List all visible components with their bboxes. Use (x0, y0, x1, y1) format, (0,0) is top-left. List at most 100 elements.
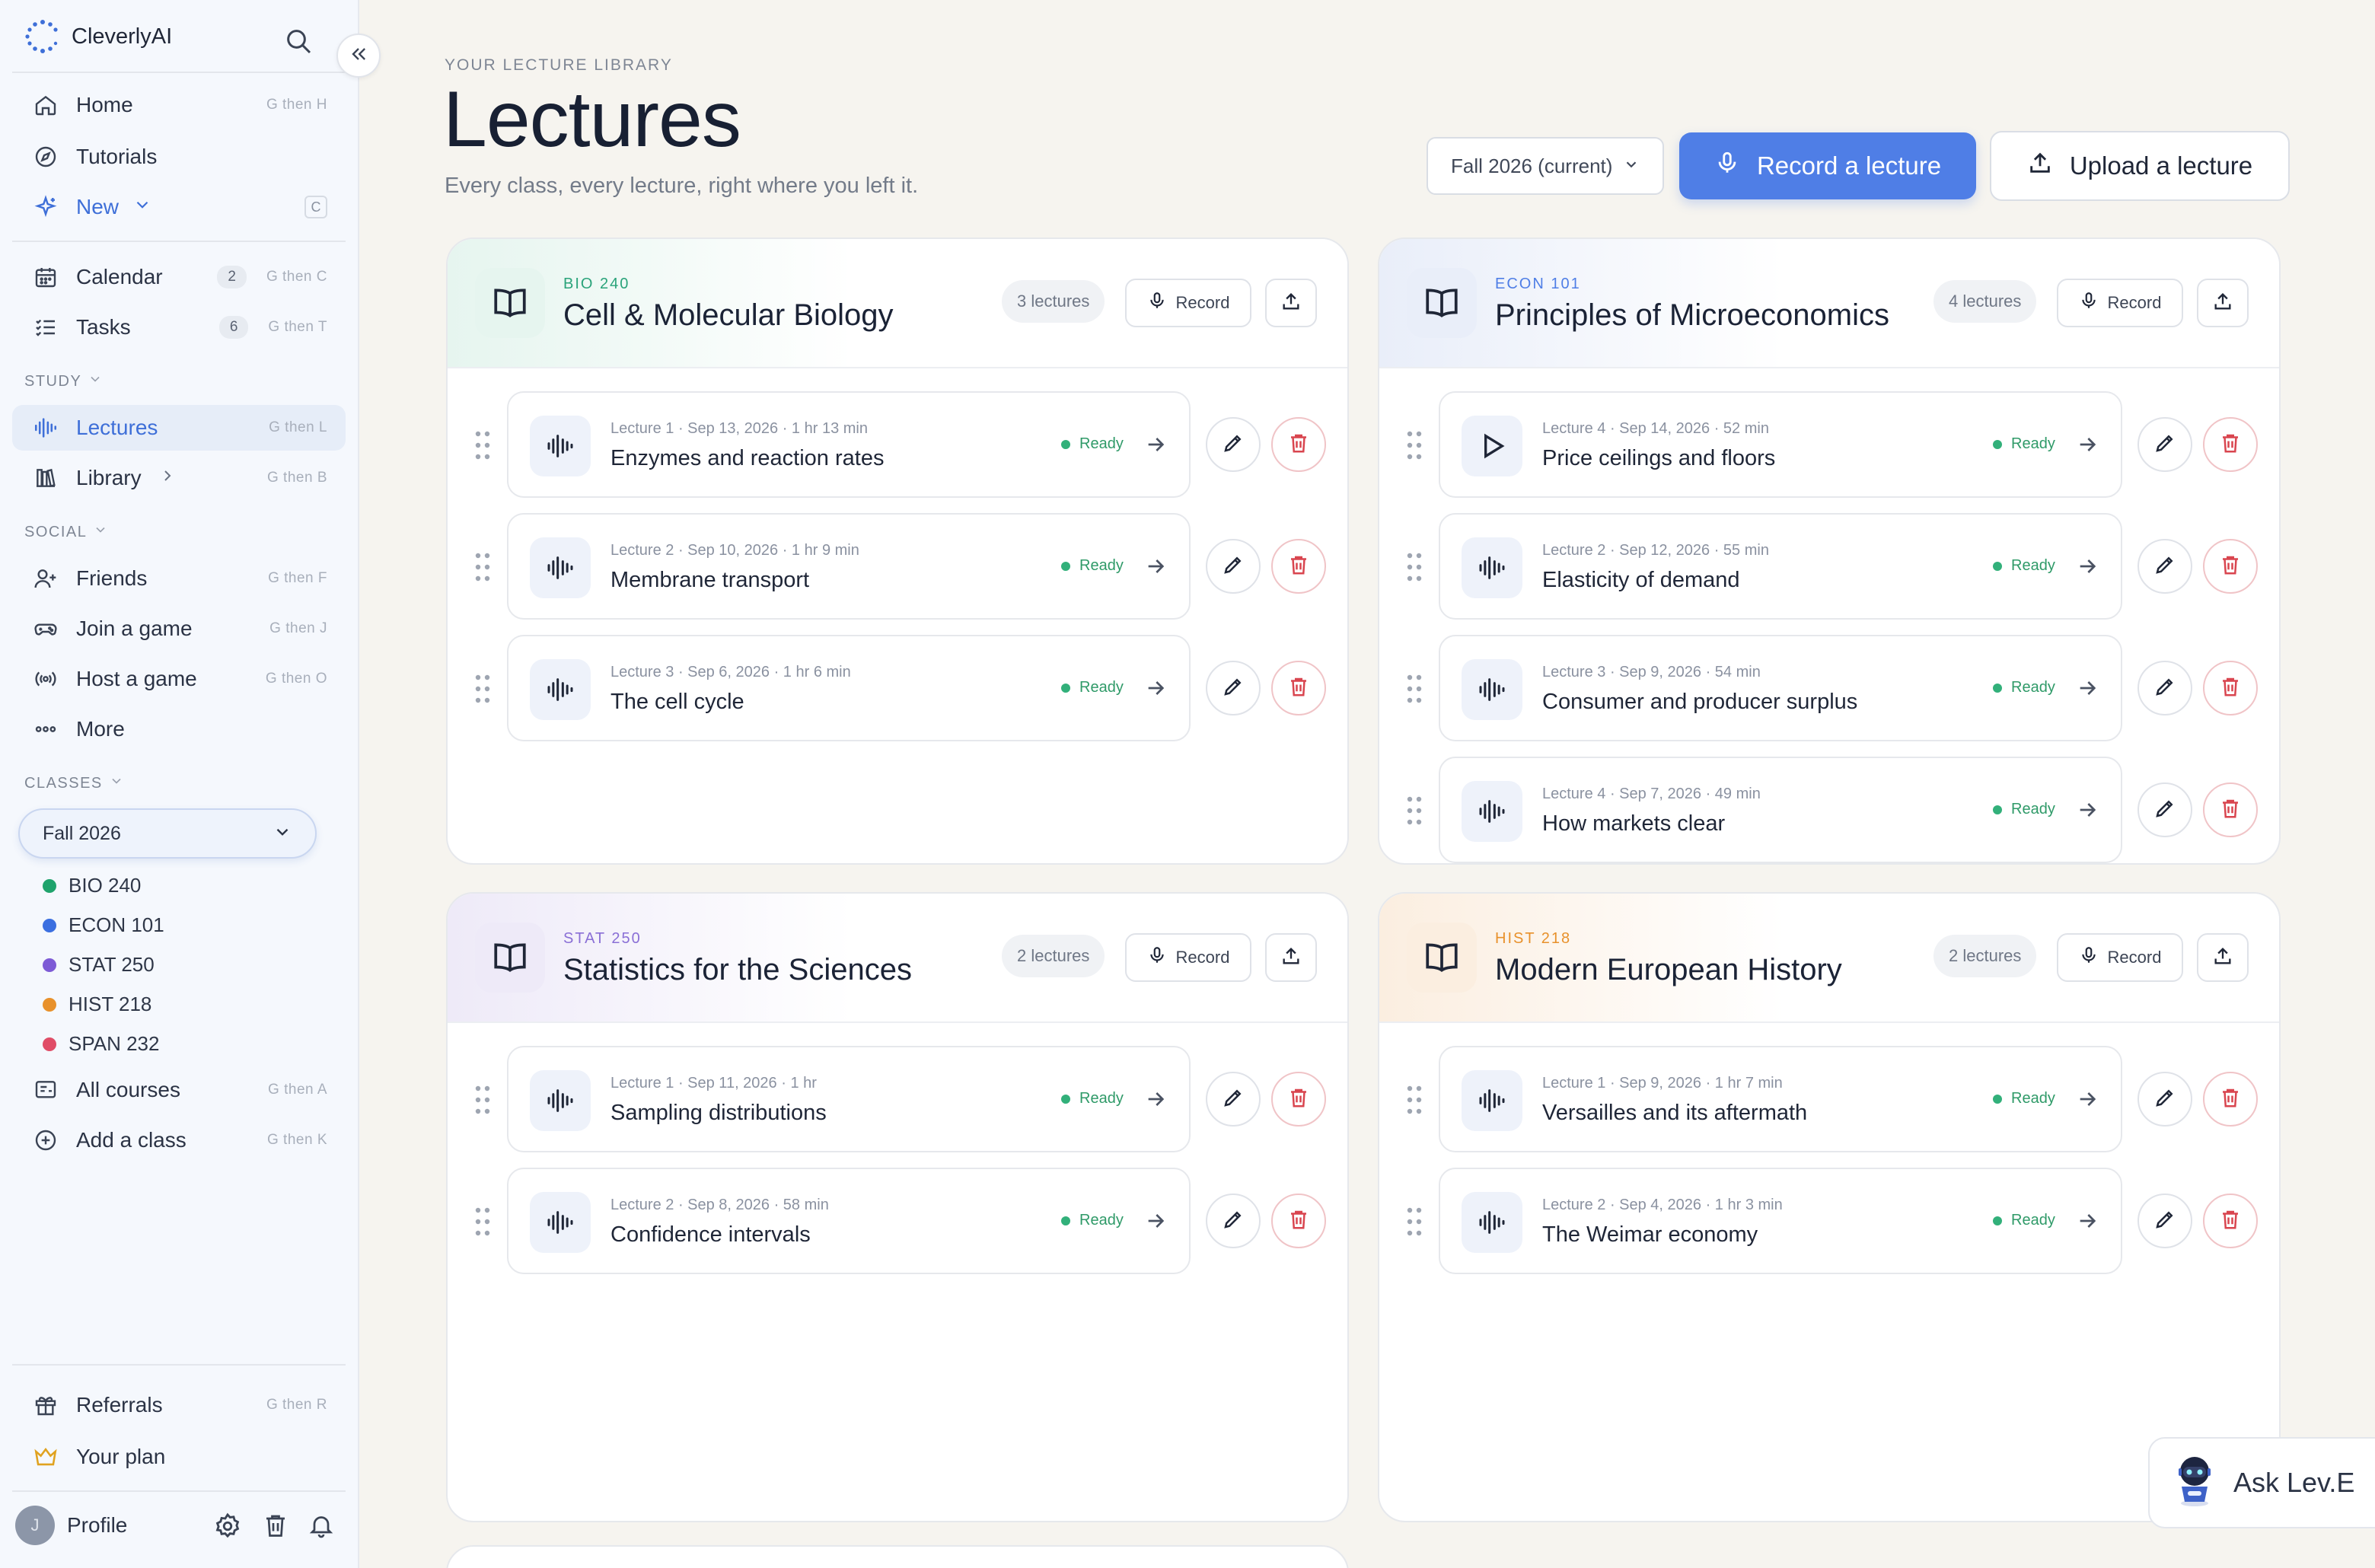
record-button[interactable]: Record (2057, 279, 2183, 327)
edit-lecture-button[interactable] (2138, 1072, 2192, 1127)
course-title[interactable]: Modern European History (1495, 953, 1842, 987)
drag-handle-icon[interactable] (1405, 673, 1423, 705)
delete-lecture-button[interactable] (1271, 417, 1326, 472)
arrow-right-icon[interactable] (1143, 432, 1168, 461)
sidebar-item-referrals[interactable]: Referrals G then R (12, 1382, 346, 1428)
arrow-right-icon[interactable] (1143, 676, 1168, 704)
lecture-item[interactable]: Lecture 1 · Sep 11, 2026 · 1 hr Sampling … (507, 1046, 1191, 1152)
class-item-bio-240[interactable]: BIO 240 (43, 874, 141, 897)
delete-lecture-button[interactable] (1271, 1194, 1326, 1248)
record-lecture-button[interactable]: Record a lecture (1679, 132, 1976, 199)
search-icon[interactable] (283, 26, 314, 56)
section-header-social[interactable]: SOCIAL (24, 522, 108, 542)
arrow-right-icon[interactable] (1143, 1209, 1168, 1237)
record-button[interactable]: Record (1125, 279, 1251, 327)
lecture-item[interactable]: Lecture 1 · Sep 9, 2026 · 1 hr 7 min Vers… (1439, 1046, 2122, 1152)
sidebar-item-friends[interactable]: Friends G then F (12, 556, 346, 601)
profile-button[interactable]: J Profile (15, 1506, 127, 1545)
sidebar-item-all-courses[interactable]: All courses G then A (12, 1067, 346, 1113)
edit-lecture-button[interactable] (1206, 1072, 1261, 1127)
section-header-classes[interactable]: CLASSES (24, 773, 124, 793)
term-dropdown[interactable]: Fall 2026 (18, 808, 317, 859)
delete-lecture-button[interactable] (1271, 539, 1326, 594)
sidebar-item-host-game[interactable]: Host a game G then O (12, 656, 346, 702)
upload-button[interactable] (2197, 933, 2249, 982)
upload-button[interactable] (2197, 279, 2249, 327)
course-title[interactable]: Cell & Molecular Biology (563, 298, 894, 333)
edit-lecture-button[interactable] (1206, 1194, 1261, 1248)
sidebar-item-calendar[interactable]: Calendar 2 G then C (12, 254, 346, 300)
course-title[interactable]: Principles of Microeconomics (1495, 298, 1889, 333)
edit-lecture-button[interactable] (2138, 661, 2192, 715)
class-item-econ-101[interactable]: ECON 101 (43, 913, 164, 937)
sidebar-item-library[interactable]: Library G then B (12, 455, 346, 501)
delete-lecture-button[interactable] (2203, 782, 2258, 837)
upload-button[interactable] (1265, 279, 1317, 327)
bell-icon[interactable] (308, 1512, 335, 1543)
delete-lecture-button[interactable] (2203, 539, 2258, 594)
drag-handle-icon[interactable] (1405, 795, 1423, 827)
lecture-item[interactable]: Lecture 4 · Sep 14, 2026 · 52 min Price c… (1439, 391, 2122, 498)
sidebar-item-tutorials[interactable]: Tutorials (12, 134, 346, 180)
arrow-right-icon[interactable] (2075, 554, 2099, 582)
arrow-right-icon[interactable] (1143, 1087, 1168, 1115)
delete-lecture-button[interactable] (2203, 1072, 2258, 1127)
edit-lecture-button[interactable] (2138, 417, 2192, 472)
drag-handle-icon[interactable] (473, 551, 492, 583)
trash-icon[interactable] (262, 1512, 289, 1543)
drag-handle-icon[interactable] (1405, 1084, 1423, 1116)
arrow-right-icon[interactable] (2075, 676, 2099, 704)
lecture-item[interactable]: Lecture 1 · Sep 13, 2026 · 1 hr 13 min En… (507, 391, 1191, 498)
delete-lecture-button[interactable] (2203, 661, 2258, 715)
delete-lecture-button[interactable] (1271, 1072, 1326, 1127)
edit-lecture-button[interactable] (1206, 417, 1261, 472)
arrow-right-icon[interactable] (2075, 432, 2099, 461)
delete-lecture-button[interactable] (2203, 417, 2258, 472)
drag-handle-icon[interactable] (473, 673, 492, 705)
sidebar-item-home[interactable]: Home G then H (12, 82, 346, 128)
arrow-right-icon[interactable] (2075, 1087, 2099, 1115)
arrow-right-icon[interactable] (2075, 1209, 2099, 1237)
sidebar-item-lectures[interactable]: Lectures G then L (12, 405, 346, 451)
lecture-item[interactable]: Lecture 3 · Sep 9, 2026 · 54 min Consumer… (1439, 635, 2122, 741)
lecture-item[interactable]: Lecture 4 · Sep 7, 2026 · 49 min How mark… (1439, 757, 2122, 863)
sidebar-item-join-game[interactable]: Join a game G then J (12, 606, 346, 652)
drag-handle-icon[interactable] (1405, 551, 1423, 583)
drag-handle-icon[interactable] (473, 1084, 492, 1116)
delete-lecture-button[interactable] (2203, 1194, 2258, 1248)
edit-lecture-button[interactable] (2138, 1194, 2192, 1248)
edit-lecture-button[interactable] (2138, 782, 2192, 837)
ask-assistant-button[interactable]: Ask Lev.E (2148, 1437, 2375, 1528)
sidebar-item-your-plan[interactable]: Your plan (12, 1434, 346, 1480)
app-logo[interactable]: CleverlyAI (24, 18, 172, 55)
edit-lecture-button[interactable] (2138, 539, 2192, 594)
delete-lecture-button[interactable] (1271, 661, 1326, 715)
term-select[interactable]: Fall 2026 (current) (1427, 137, 1664, 195)
arrow-right-icon[interactable] (1143, 554, 1168, 582)
sidebar-item-add-class[interactable]: Add a class G then K (12, 1117, 346, 1163)
record-button[interactable]: Record (1125, 933, 1251, 982)
drag-handle-icon[interactable] (1405, 1206, 1423, 1238)
drag-handle-icon[interactable] (473, 1206, 492, 1238)
lecture-item[interactable]: Lecture 3 · Sep 6, 2026 · 1 hr 6 min The … (507, 635, 1191, 741)
sidebar-item-new[interactable]: New C (12, 184, 346, 230)
edit-lecture-button[interactable] (1206, 661, 1261, 715)
class-item-stat-250[interactable]: STAT 250 (43, 953, 155, 977)
record-button[interactable]: Record (2057, 933, 2183, 982)
settings-icon[interactable] (213, 1512, 242, 1544)
lecture-item[interactable]: Lecture 2 · Sep 10, 2026 · 1 hr 9 min Mem… (507, 513, 1191, 620)
course-title[interactable]: Statistics for the Sciences (563, 953, 912, 987)
drag-handle-icon[interactable] (473, 429, 492, 461)
drag-handle-icon[interactable] (1405, 429, 1423, 461)
sidebar-item-tasks[interactable]: Tasks 6 G then T (12, 304, 346, 350)
lecture-item[interactable]: Lecture 2 · Sep 8, 2026 · 58 min Confiden… (507, 1168, 1191, 1274)
arrow-right-icon[interactable] (2075, 798, 2099, 826)
section-header-study[interactable]: STUDY (24, 371, 103, 391)
class-item-span-232[interactable]: SPAN 232 (43, 1032, 159, 1056)
class-item-hist-218[interactable]: HIST 218 (43, 993, 151, 1016)
sidebar-item-more[interactable]: More (12, 706, 346, 752)
upload-lecture-button[interactable]: Upload a lecture (1990, 131, 2290, 201)
lecture-item[interactable]: Lecture 2 · Sep 12, 2026 · 55 min Elastic… (1439, 513, 2122, 620)
lecture-item[interactable]: Lecture 2 · Sep 4, 2026 · 1 hr 3 min The … (1439, 1168, 2122, 1274)
upload-button[interactable] (1265, 933, 1317, 982)
